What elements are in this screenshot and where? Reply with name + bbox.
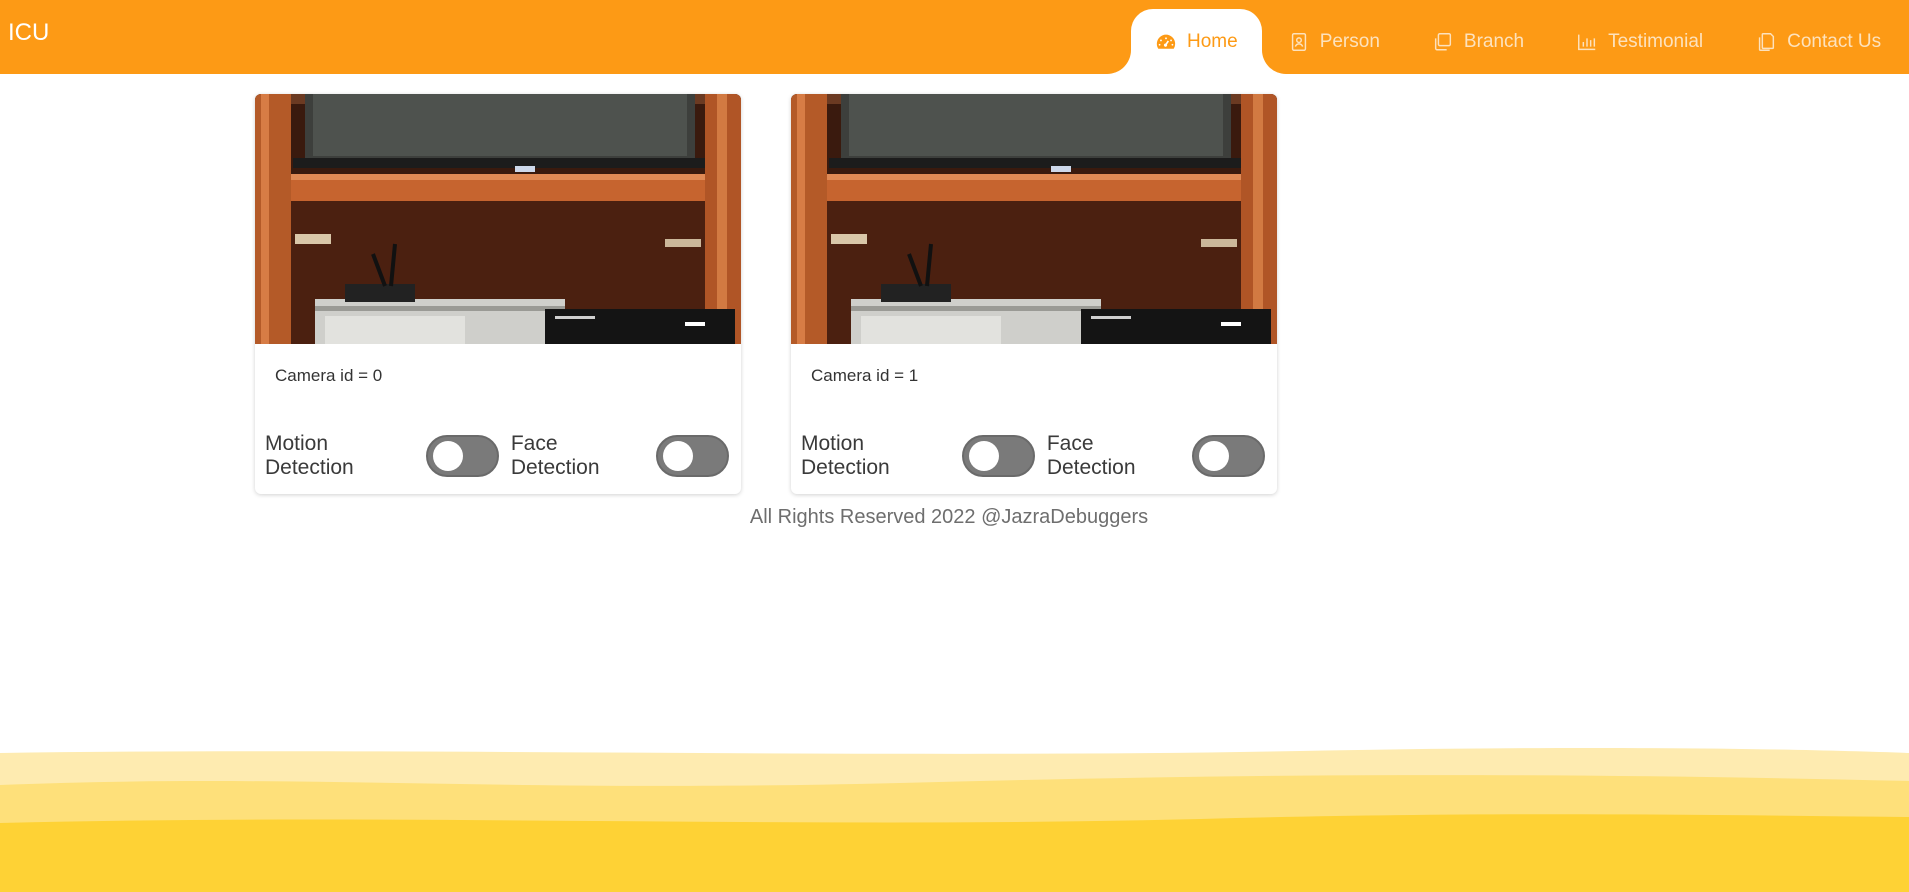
copy-icon (1432, 31, 1454, 53)
toggle-knob (1199, 441, 1230, 471)
toggle-knob (663, 441, 694, 471)
camera-card: Camera id = 0 Motion Detection Face Dete… (255, 94, 741, 494)
nav-menu: Home Person Branch Testimonial Contact U… (1131, 0, 1907, 74)
nav-label-testimonial: Testimonial (1608, 30, 1704, 52)
toggle-knob (432, 441, 463, 471)
motion-detection-label: Motion Detection (801, 432, 890, 479)
camera-id-label: Camera id = 0 (275, 366, 383, 385)
face-detection-label: Face Detection (1046, 432, 1136, 479)
decorative-waves (0, 747, 1909, 892)
dashboard-icon (1155, 31, 1177, 53)
bar-chart-icon (1576, 31, 1598, 53)
nav-label-contact-us: Contact Us (1787, 30, 1882, 52)
toggle-knob (968, 441, 999, 471)
contact-card-icon (1288, 31, 1310, 53)
nav-label-branch: Branch (1463, 30, 1525, 52)
detection-controls: Motion Detection Face Detection (265, 432, 741, 480)
motion-detection-toggle[interactable] (425, 435, 499, 477)
camera-id-label: Camera id = 1 (811, 366, 919, 385)
nav-label-person: Person (1319, 30, 1380, 52)
nav-item-testimonial[interactable]: Testimonial (1550, 9, 1729, 74)
copyright-text: All Rights Reserved 2022 @JazraDebuggers (749, 506, 1149, 528)
camera-card: Camera id = 1 Motion Detection Face Dete… (791, 94, 1277, 494)
nav-item-branch[interactable]: Branch (1406, 9, 1550, 74)
face-detection-toggle[interactable] (1192, 435, 1265, 477)
nav-item-home[interactable]: Home (1131, 9, 1262, 74)
brand-logo[interactable]: ICU (8, 19, 49, 47)
motion-detection-toggle[interactable] (961, 435, 1035, 477)
nav-label-home: Home (1187, 30, 1238, 52)
face-detection-label: Face Detection (510, 432, 600, 479)
nav-item-contact-us[interactable]: Contact Us (1729, 9, 1907, 74)
motion-detection-label: Motion Detection (265, 432, 354, 479)
face-detection-toggle[interactable] (656, 435, 729, 477)
camera-feed-image (255, 94, 741, 344)
top-navbar: ICU Home Person Branch Testimonial Conta… (0, 0, 1909, 74)
detection-controls: Motion Detection Face Detection (801, 432, 1277, 480)
nav-item-person[interactable]: Person (1262, 9, 1406, 74)
camera-feed-image (791, 94, 1277, 344)
documents-icon (1755, 31, 1777, 53)
